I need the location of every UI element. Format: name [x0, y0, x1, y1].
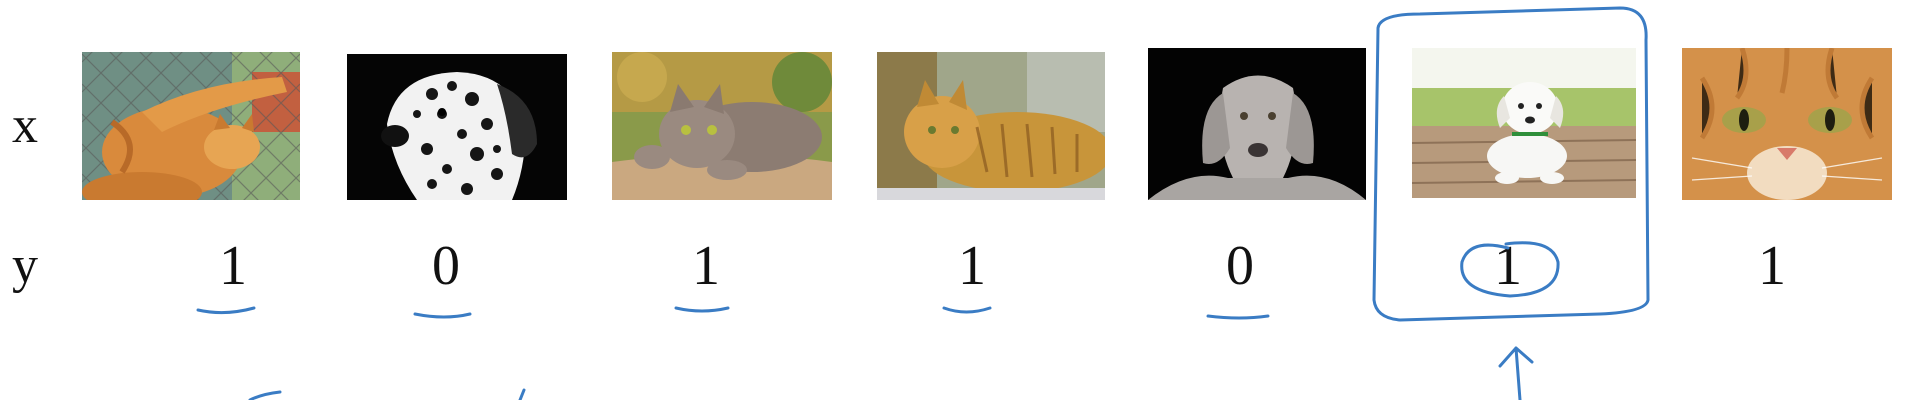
- image-cat-2: [612, 52, 832, 200]
- label-value: 1: [1758, 235, 1786, 297]
- label-value: 0: [432, 235, 460, 297]
- label-value: 1: [692, 235, 720, 297]
- label-value: 1: [958, 235, 986, 297]
- underline-4: [942, 306, 992, 314]
- underline-5: [1206, 314, 1270, 320]
- label-value: 1: [219, 235, 247, 297]
- image-cat-3: [877, 52, 1105, 200]
- arrow-tail-right: [518, 388, 526, 400]
- arrow-up: [1498, 346, 1534, 400]
- row-label-x: x: [12, 97, 38, 154]
- image-dog-1: [347, 54, 567, 200]
- underline-1: [196, 306, 256, 315]
- row-label-y: y: [12, 237, 38, 294]
- image-cat-4: [1682, 48, 1892, 200]
- underline-3: [674, 306, 730, 313]
- label-value: 0: [1226, 235, 1254, 297]
- image-dog-3: [1412, 48, 1636, 198]
- underline-2: [413, 312, 472, 319]
- image-dog-2: [1148, 48, 1366, 200]
- arrow-tail-left: [248, 390, 282, 400]
- image-cat-1: [82, 52, 300, 200]
- label-value: 1: [1494, 235, 1522, 297]
